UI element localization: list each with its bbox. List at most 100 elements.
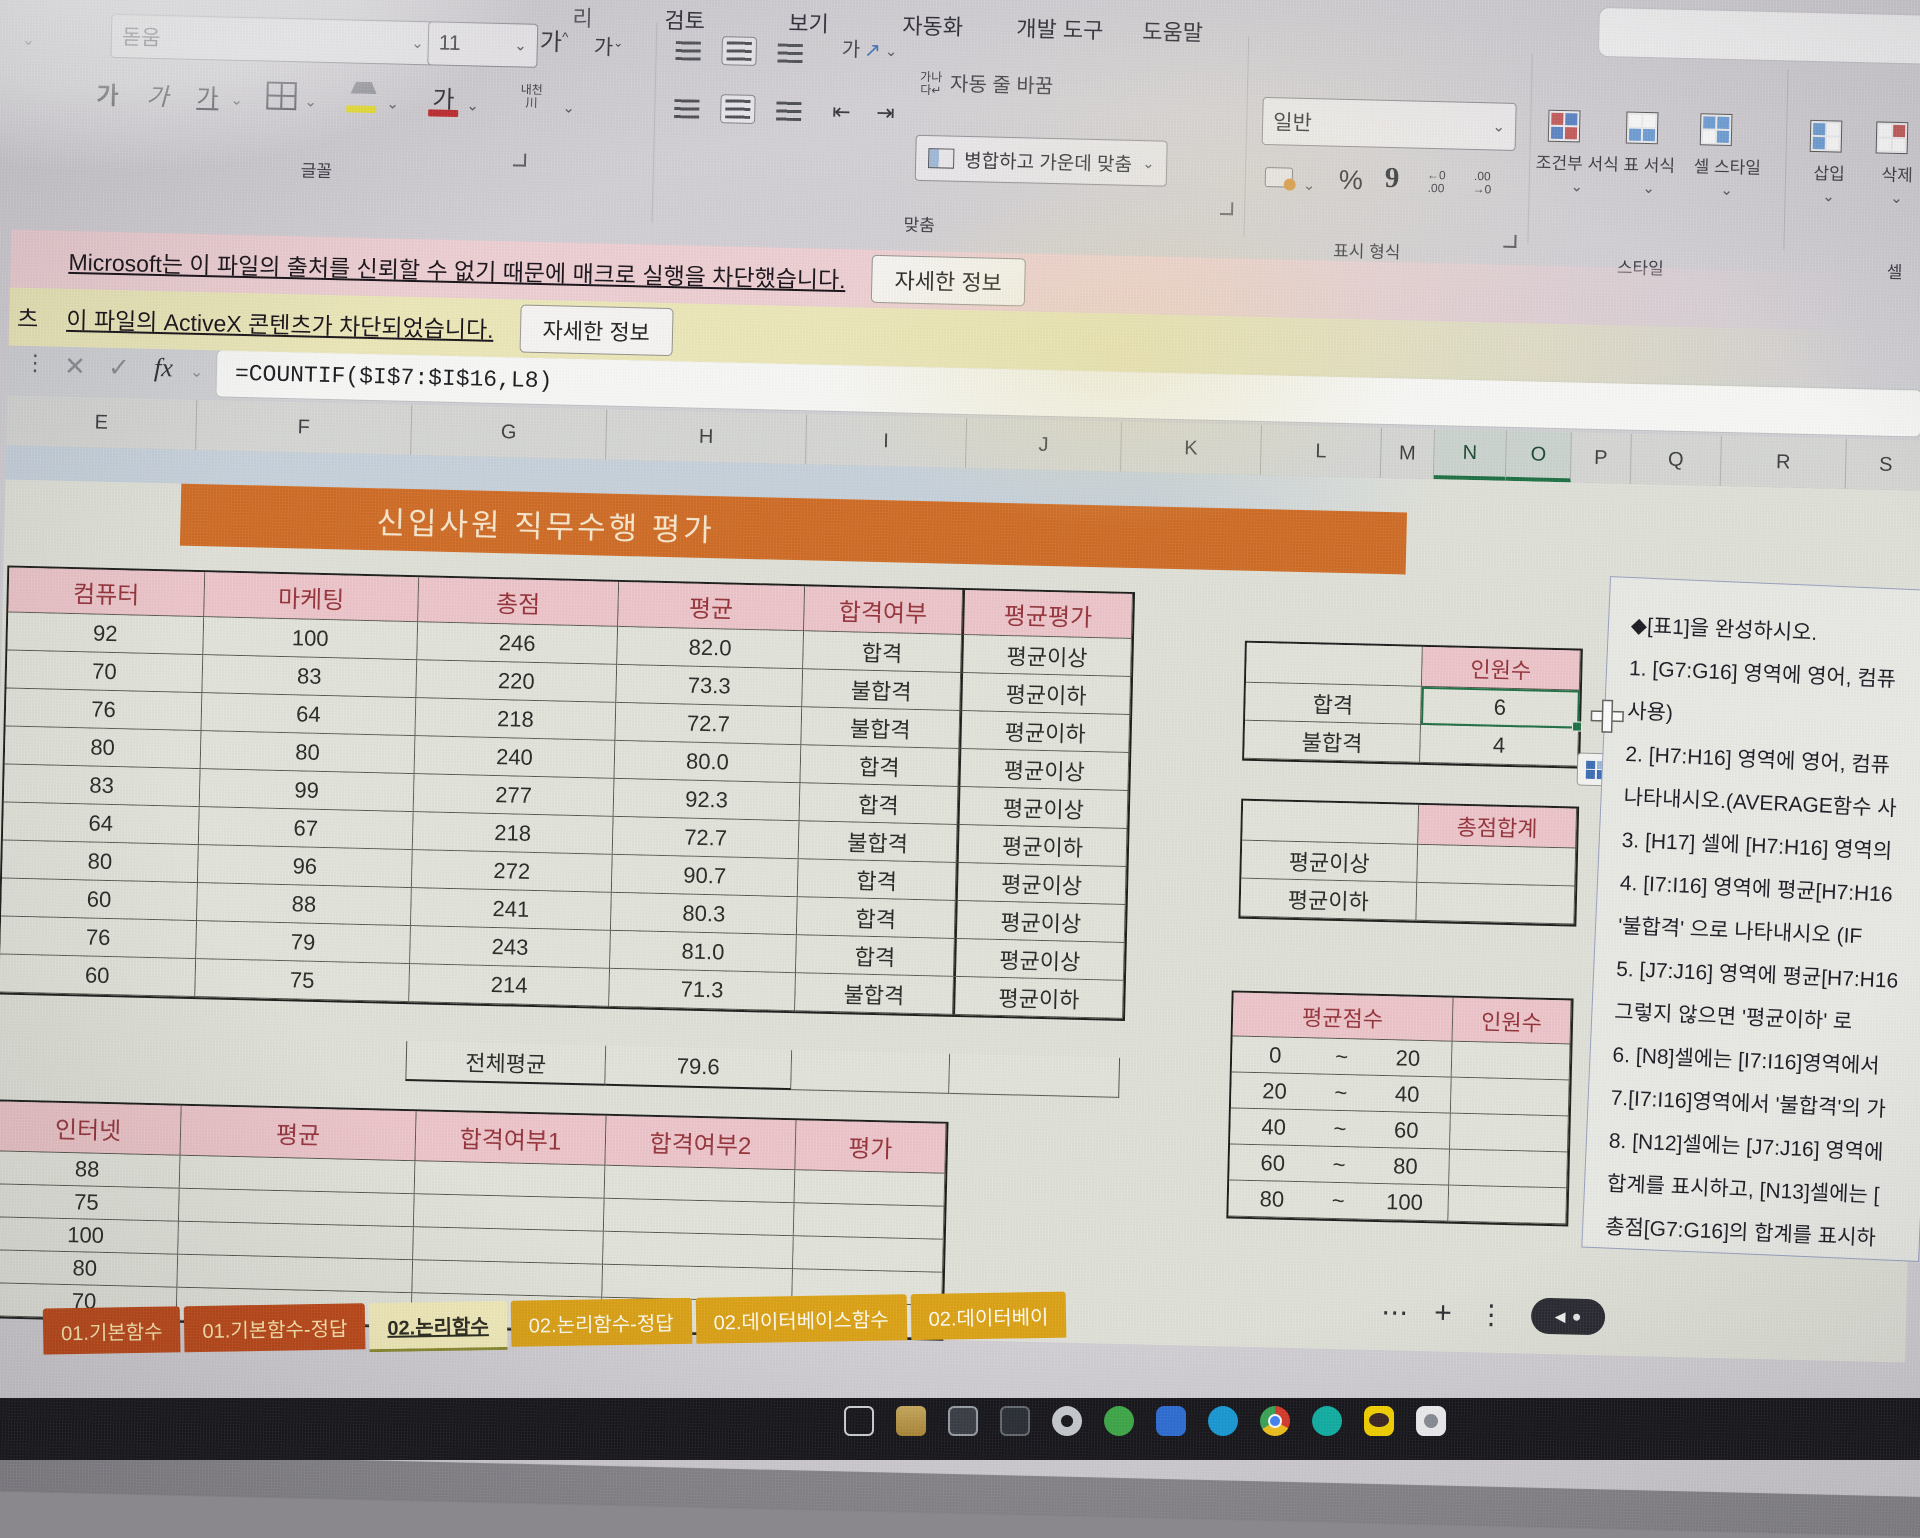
sheet-tab-active[interactable]: 02.논리함수	[369, 1301, 507, 1352]
cell[interactable]: 불합격	[801, 707, 960, 749]
format-as-table-button[interactable]: 표 서식⌄	[1616, 155, 1681, 198]
cell[interactable]: 평균이상	[958, 749, 1129, 791]
cell[interactable]: 243	[410, 926, 611, 969]
cell[interactable]: 81.0	[610, 931, 797, 973]
cell[interactable]: 합격	[800, 783, 959, 825]
dark-app-icon[interactable]	[1000, 1406, 1030, 1436]
menu-tab[interactable]: 검토	[664, 3, 705, 36]
cell[interactable]: 92.3	[614, 779, 801, 821]
ribbon-collapse-chevron-icon[interactable]: ⌄	[22, 30, 36, 50]
accounting-format-button[interactable]	[1265, 167, 1293, 188]
cell[interactable]	[180, 1156, 416, 1195]
cell[interactable]: 99	[200, 769, 415, 812]
bold-button[interactable]: 가	[96, 75, 119, 111]
chrome-browser-icon[interactable]	[1260, 1406, 1290, 1436]
phonetic-guide-button[interactable]: 내천川	[520, 83, 543, 110]
cell[interactable]	[1246, 643, 1423, 687]
cell[interactable]: 합격	[800, 745, 959, 787]
column-header-S[interactable]: S	[1846, 439, 1920, 491]
cell[interactable]: 277	[414, 774, 615, 817]
chevron-down-icon[interactable]: ⌄	[1302, 176, 1315, 194]
cell[interactable]	[412, 1260, 603, 1297]
number-dialog-launcher-icon[interactable]	[1503, 235, 1516, 248]
cell[interactable]	[605, 1166, 796, 1203]
kakaotalk-icon[interactable]	[1364, 1406, 1394, 1436]
shrink-font-button[interactable]: 가⌄	[593, 31, 623, 62]
underline-button[interactable]: 가	[196, 78, 219, 114]
cell[interactable]: 92	[7, 613, 204, 656]
cell[interactable]	[0, 1031, 406, 1081]
borders-button[interactable]	[266, 81, 297, 110]
percent-style-button[interactable]: %	[1338, 165, 1363, 197]
align-center-icon[interactable]	[720, 94, 756, 124]
chevron-down-icon[interactable]: ⌄	[230, 91, 243, 109]
cell[interactable]: 평균이하	[959, 711, 1130, 753]
cell[interactable]: 불합격	[799, 821, 958, 863]
blue-app-icon[interactable]	[1156, 1406, 1186, 1436]
edge-browser-icon[interactable]	[1208, 1406, 1238, 1436]
cell[interactable]	[414, 1194, 605, 1231]
chevron-down-icon[interactable]: ⌄	[190, 362, 204, 382]
cell[interactable]: 80.3	[611, 893, 798, 935]
column-header-R[interactable]: R	[1721, 436, 1847, 489]
enter-icon[interactable]: ✓	[108, 352, 131, 384]
cell[interactable]	[1448, 1186, 1567, 1225]
cell[interactable]: 4	[1420, 725, 1579, 767]
cell[interactable]	[1417, 845, 1576, 887]
window-icon[interactable]	[844, 1406, 874, 1436]
menu-tab[interactable]: 도움말	[1142, 14, 1203, 47]
sheet-tab[interactable]: 02.데이터베이스함수	[695, 1294, 907, 1343]
cell[interactable]: 80	[2, 840, 199, 883]
cell[interactable]: 218	[415, 698, 616, 741]
cell[interactable]: 73.3	[616, 665, 803, 707]
cell[interactable]: 83	[202, 655, 417, 698]
column-header-I[interactable]: I	[806, 414, 967, 468]
cell[interactable]: 272	[412, 850, 613, 893]
cell[interactable]	[1452, 1042, 1571, 1081]
cell[interactable]: 88	[197, 883, 412, 926]
cell[interactable]: 불합격	[802, 669, 961, 711]
cell[interactable]: 불합격	[795, 973, 954, 1015]
cell[interactable]	[604, 1199, 795, 1236]
cell[interactable]	[413, 1227, 604, 1264]
chevron-down-icon[interactable]: ⌄	[466, 96, 479, 114]
cell[interactable]	[949, 1054, 1120, 1098]
font-dialog-launcher-icon[interactable]	[513, 153, 526, 166]
cell[interactable]: 합격	[797, 897, 956, 939]
cell[interactable]: 60	[0, 954, 196, 997]
cell[interactable]: 합격	[796, 935, 955, 977]
cell[interactable]: 80	[201, 731, 416, 774]
cell[interactable]: 60	[1, 878, 198, 921]
cell[interactable]: 67	[199, 807, 414, 850]
cell[interactable]: 80	[0, 1250, 178, 1287]
cell[interactable]: 71.3	[609, 969, 796, 1011]
cell[interactable]	[1416, 883, 1575, 925]
more-options-button[interactable]: ⋮	[1477, 1299, 1505, 1331]
align-top-icon[interactable]	[675, 41, 700, 61]
cell[interactable]: 평균이상	[958, 787, 1129, 829]
cell[interactable]: 평균이상	[955, 901, 1126, 943]
chevron-down-icon[interactable]: ⌄	[562, 98, 575, 116]
column-header-J[interactable]: J	[966, 418, 1122, 472]
cell[interactable]: 20~40	[1231, 1073, 1452, 1114]
chevron-down-icon[interactable]: ⌄	[386, 94, 399, 112]
selected-cell[interactable]: 6	[1421, 687, 1580, 729]
decrease-decimal-button[interactable]: .00 →0	[1472, 170, 1491, 196]
fill-handle[interactable]	[1572, 721, 1582, 731]
activex-learn-more-button[interactable]: 자세한 정보	[519, 305, 673, 357]
sheet-tab[interactable]: 01.기본함수	[43, 1306, 181, 1354]
cell[interactable]: 100	[203, 617, 418, 660]
cell[interactable]: 64	[202, 693, 417, 736]
cell[interactable]	[603, 1232, 794, 1269]
cell[interactable]: 218	[413, 812, 614, 855]
comma-style-button[interactable]: 9	[1384, 162, 1399, 195]
file-explorer-icon[interactable]	[896, 1406, 926, 1436]
font-size-select[interactable]: 11 ⌄	[427, 21, 538, 68]
cell[interactable]: 241	[411, 888, 612, 931]
cell[interactable]: 240	[415, 736, 616, 779]
increase-indent-icon[interactable]: ⇥	[876, 100, 895, 126]
cell[interactable]	[795, 1170, 946, 1207]
cell[interactable]: 60~80	[1229, 1144, 1450, 1185]
cell[interactable]: 64	[3, 802, 200, 845]
font-name-select[interactable]: 돋움 ⌄	[110, 14, 435, 66]
